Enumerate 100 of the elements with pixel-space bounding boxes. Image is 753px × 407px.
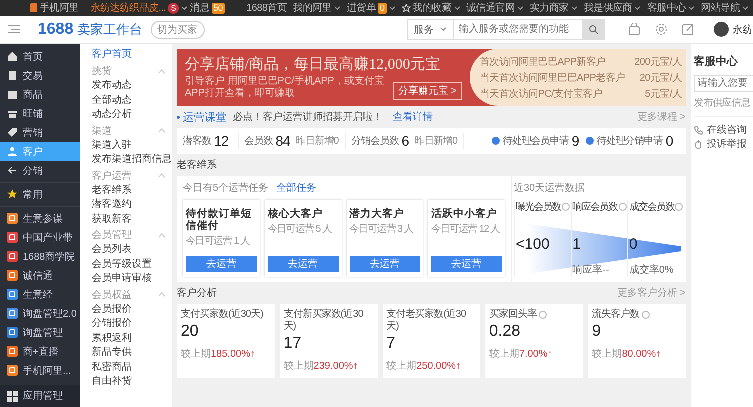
submenu-item[interactable]: 新品专供 bbox=[80, 346, 172, 360]
help-icon[interactable] bbox=[642, 311, 650, 319]
share-button[interactable]: 分享赚元宝 > bbox=[393, 82, 462, 100]
chevron-icon bbox=[158, 173, 166, 178]
nav-item[interactable]: 旺铺 bbox=[0, 104, 80, 123]
submenu-item[interactable]: 分销报价 bbox=[80, 317, 172, 332]
submenu-item[interactable]: 潜客邀约 bbox=[80, 198, 172, 212]
workbench-title: 卖家工作台 bbox=[78, 20, 143, 38]
submenu-item[interactable]: 会员列表 bbox=[80, 243, 172, 258]
chevron-icon bbox=[158, 128, 166, 133]
settings-icon[interactable] bbox=[655, 23, 668, 36]
pending-value: 9 bbox=[572, 133, 579, 149]
favorites-item[interactable]: 常用 bbox=[0, 185, 80, 204]
nav-item[interactable]: 分销 bbox=[0, 161, 80, 180]
submenu-item[interactable]: 累积返利 bbox=[80, 332, 172, 346]
card-label: 支付买家数(近30天) bbox=[181, 309, 264, 321]
app-item[interactable]: 商+直播 bbox=[0, 342, 80, 361]
operate-button[interactable]: 去运营 bbox=[431, 256, 502, 272]
card-value: 7 bbox=[386, 335, 396, 353]
service-search-field[interactable]: 请输入您要 bbox=[694, 75, 753, 92]
help-icon[interactable] bbox=[538, 311, 547, 319]
nav-item[interactable]: 营销 bbox=[0, 123, 80, 142]
submenu-item[interactable]: 老客维系 bbox=[80, 184, 172, 198]
avatar[interactable] bbox=[714, 22, 729, 37]
app-management-item[interactable]: 应用管理 bbox=[0, 385, 80, 407]
submenu-item[interactable]: 自由补货 bbox=[80, 375, 172, 390]
operate-button[interactable]: 去运营 bbox=[268, 256, 338, 272]
all-tasks-link[interactable]: 全部任务 bbox=[276, 181, 317, 195]
submenu-item[interactable]: 获取新客 bbox=[80, 212, 172, 227]
top-nav-link[interactable]: 进货单 0 bbox=[346, 1, 396, 15]
nav-item[interactable]: 交易 bbox=[0, 66, 80, 85]
metric-rate: 响应率-- bbox=[572, 264, 610, 277]
app-item[interactable]: 生意参谋 bbox=[0, 209, 80, 228]
change-value: 7.00%↑ bbox=[519, 349, 553, 360]
stat-value: 84 bbox=[276, 133, 290, 149]
metric-rate: 成交率0% bbox=[629, 264, 675, 277]
app-item[interactable]: 生意经 bbox=[0, 285, 80, 304]
details-link[interactable]: 查看详情 bbox=[393, 110, 433, 124]
search-button[interactable] bbox=[583, 19, 605, 40]
top-nav-link[interactable]: 我是供应商 bbox=[584, 1, 642, 15]
top-nav-link[interactable]: 我的收藏 bbox=[402, 1, 461, 15]
submenu-item[interactable]: 发布动态 bbox=[80, 79, 172, 94]
app-item[interactable]: 中国产业带 bbox=[0, 228, 80, 247]
chevron-icon bbox=[158, 292, 166, 297]
top-nav-link[interactable]: 实力商家 bbox=[530, 1, 578, 15]
caret-icon bbox=[742, 6, 749, 10]
submenu-item[interactable]: 会员报价 bbox=[80, 302, 172, 317]
stat-value: 6 bbox=[402, 133, 409, 149]
submenu-item[interactable]: 会员等级设置 bbox=[80, 258, 172, 272]
top-nav-link[interactable]: 诚信通官网 bbox=[466, 1, 524, 15]
help-icon[interactable] bbox=[618, 203, 627, 211]
stat-value: 12 bbox=[214, 133, 229, 149]
submenu-item[interactable]: 动态分析 bbox=[80, 108, 172, 122]
shop-name-link[interactable]: 永纺达纺织品皮... bbox=[90, 1, 166, 15]
data-title: 近30天运营数据 bbox=[514, 182, 586, 195]
top-nav-link[interactable]: 客服中心 bbox=[647, 1, 696, 15]
service-link[interactable]: 在线咨询 bbox=[694, 123, 753, 137]
edit-icon[interactable] bbox=[682, 23, 695, 36]
reward-value: 5元宝/人 bbox=[645, 88, 682, 100]
pending-label[interactable]: 待处理会员申请 bbox=[503, 134, 569, 148]
help-icon[interactable] bbox=[562, 203, 570, 211]
operate-button[interactable]: 去运营 bbox=[350, 256, 420, 272]
submenu-item[interactable]: 全部动态 bbox=[80, 94, 172, 108]
menu-icon[interactable] bbox=[8, 25, 20, 34]
caret-icon bbox=[388, 6, 396, 10]
service-link[interactable]: 投诉举报 bbox=[694, 137, 753, 151]
compare-label: 较上期 bbox=[284, 361, 314, 372]
caret-icon bbox=[688, 6, 696, 10]
chevron-icon bbox=[158, 232, 166, 238]
app-item[interactable]: 询盘管理2.0 bbox=[0, 304, 80, 323]
submenu-item[interactable]: 发布渠道招商信息 bbox=[80, 153, 172, 168]
course-notice: 必点！客户运营讲师招募开启啦！ bbox=[233, 110, 383, 124]
search-field[interactable]: 输入服务或您需要的功能 bbox=[453, 19, 583, 40]
pending-label[interactable]: 待处理分销申请 bbox=[597, 134, 663, 148]
app-item[interactable]: 手机阿里... bbox=[0, 361, 80, 380]
top-nav-link[interactable]: 我的阿里 bbox=[293, 1, 341, 15]
logo[interactable]: 1688 bbox=[38, 20, 74, 38]
nav-item[interactable]: 首页 bbox=[0, 47, 80, 66]
mobile-link[interactable]: 手机阿里 bbox=[30, 1, 79, 15]
grid-icon bbox=[7, 390, 18, 402]
submenu-item[interactable]: 渠道入驻 bbox=[80, 138, 172, 153]
promo-banner[interactable]: 分享店铺/商品，每日最高赚12,000元宝 引导客户 用阿里巴巴PC/手机APP，或支付宝APP打开查看，即可赚取 分享赚元宝 > 首次访问阿里巴巴APP新客户 200元宝/人 当天首次访问阿里巴巴APP老客户 20元宝/人 当天首次访问PC/支付宝客户 5元宝/人 bbox=[177, 49, 686, 106]
top-nav-link[interactable]: 1688首页 bbox=[246, 1, 288, 15]
help-icon[interactable] bbox=[675, 203, 684, 211]
app-item[interactable]: 询盘管理 bbox=[0, 323, 80, 342]
app-item[interactable]: 诚信通 bbox=[0, 266, 80, 285]
bag-icon[interactable] bbox=[628, 23, 641, 36]
messages-link[interactable]: 消息 bbox=[190, 1, 210, 15]
nav-item[interactable]: 商品 bbox=[0, 85, 80, 104]
submenu-item[interactable]: 会员申请审核 bbox=[80, 272, 172, 286]
top-nav-link[interactable]: 网站导航 bbox=[701, 1, 749, 15]
submenu-item[interactable]: 客户首页 bbox=[80, 47, 172, 63]
compare-label: 较上期 bbox=[181, 349, 211, 360]
app-item[interactable]: 1688商学院 bbox=[0, 247, 80, 266]
change-value: 185.00%↑ bbox=[211, 349, 256, 360]
submenu-item[interactable]: 私密商品 bbox=[80, 360, 172, 375]
user-name[interactable]: 永纺 bbox=[733, 22, 753, 36]
info-icon bbox=[586, 137, 594, 145]
operate-button[interactable]: 去运营 bbox=[186, 256, 257, 272]
switch-to-buyer-button[interactable]: 切为买家 bbox=[150, 20, 205, 38]
